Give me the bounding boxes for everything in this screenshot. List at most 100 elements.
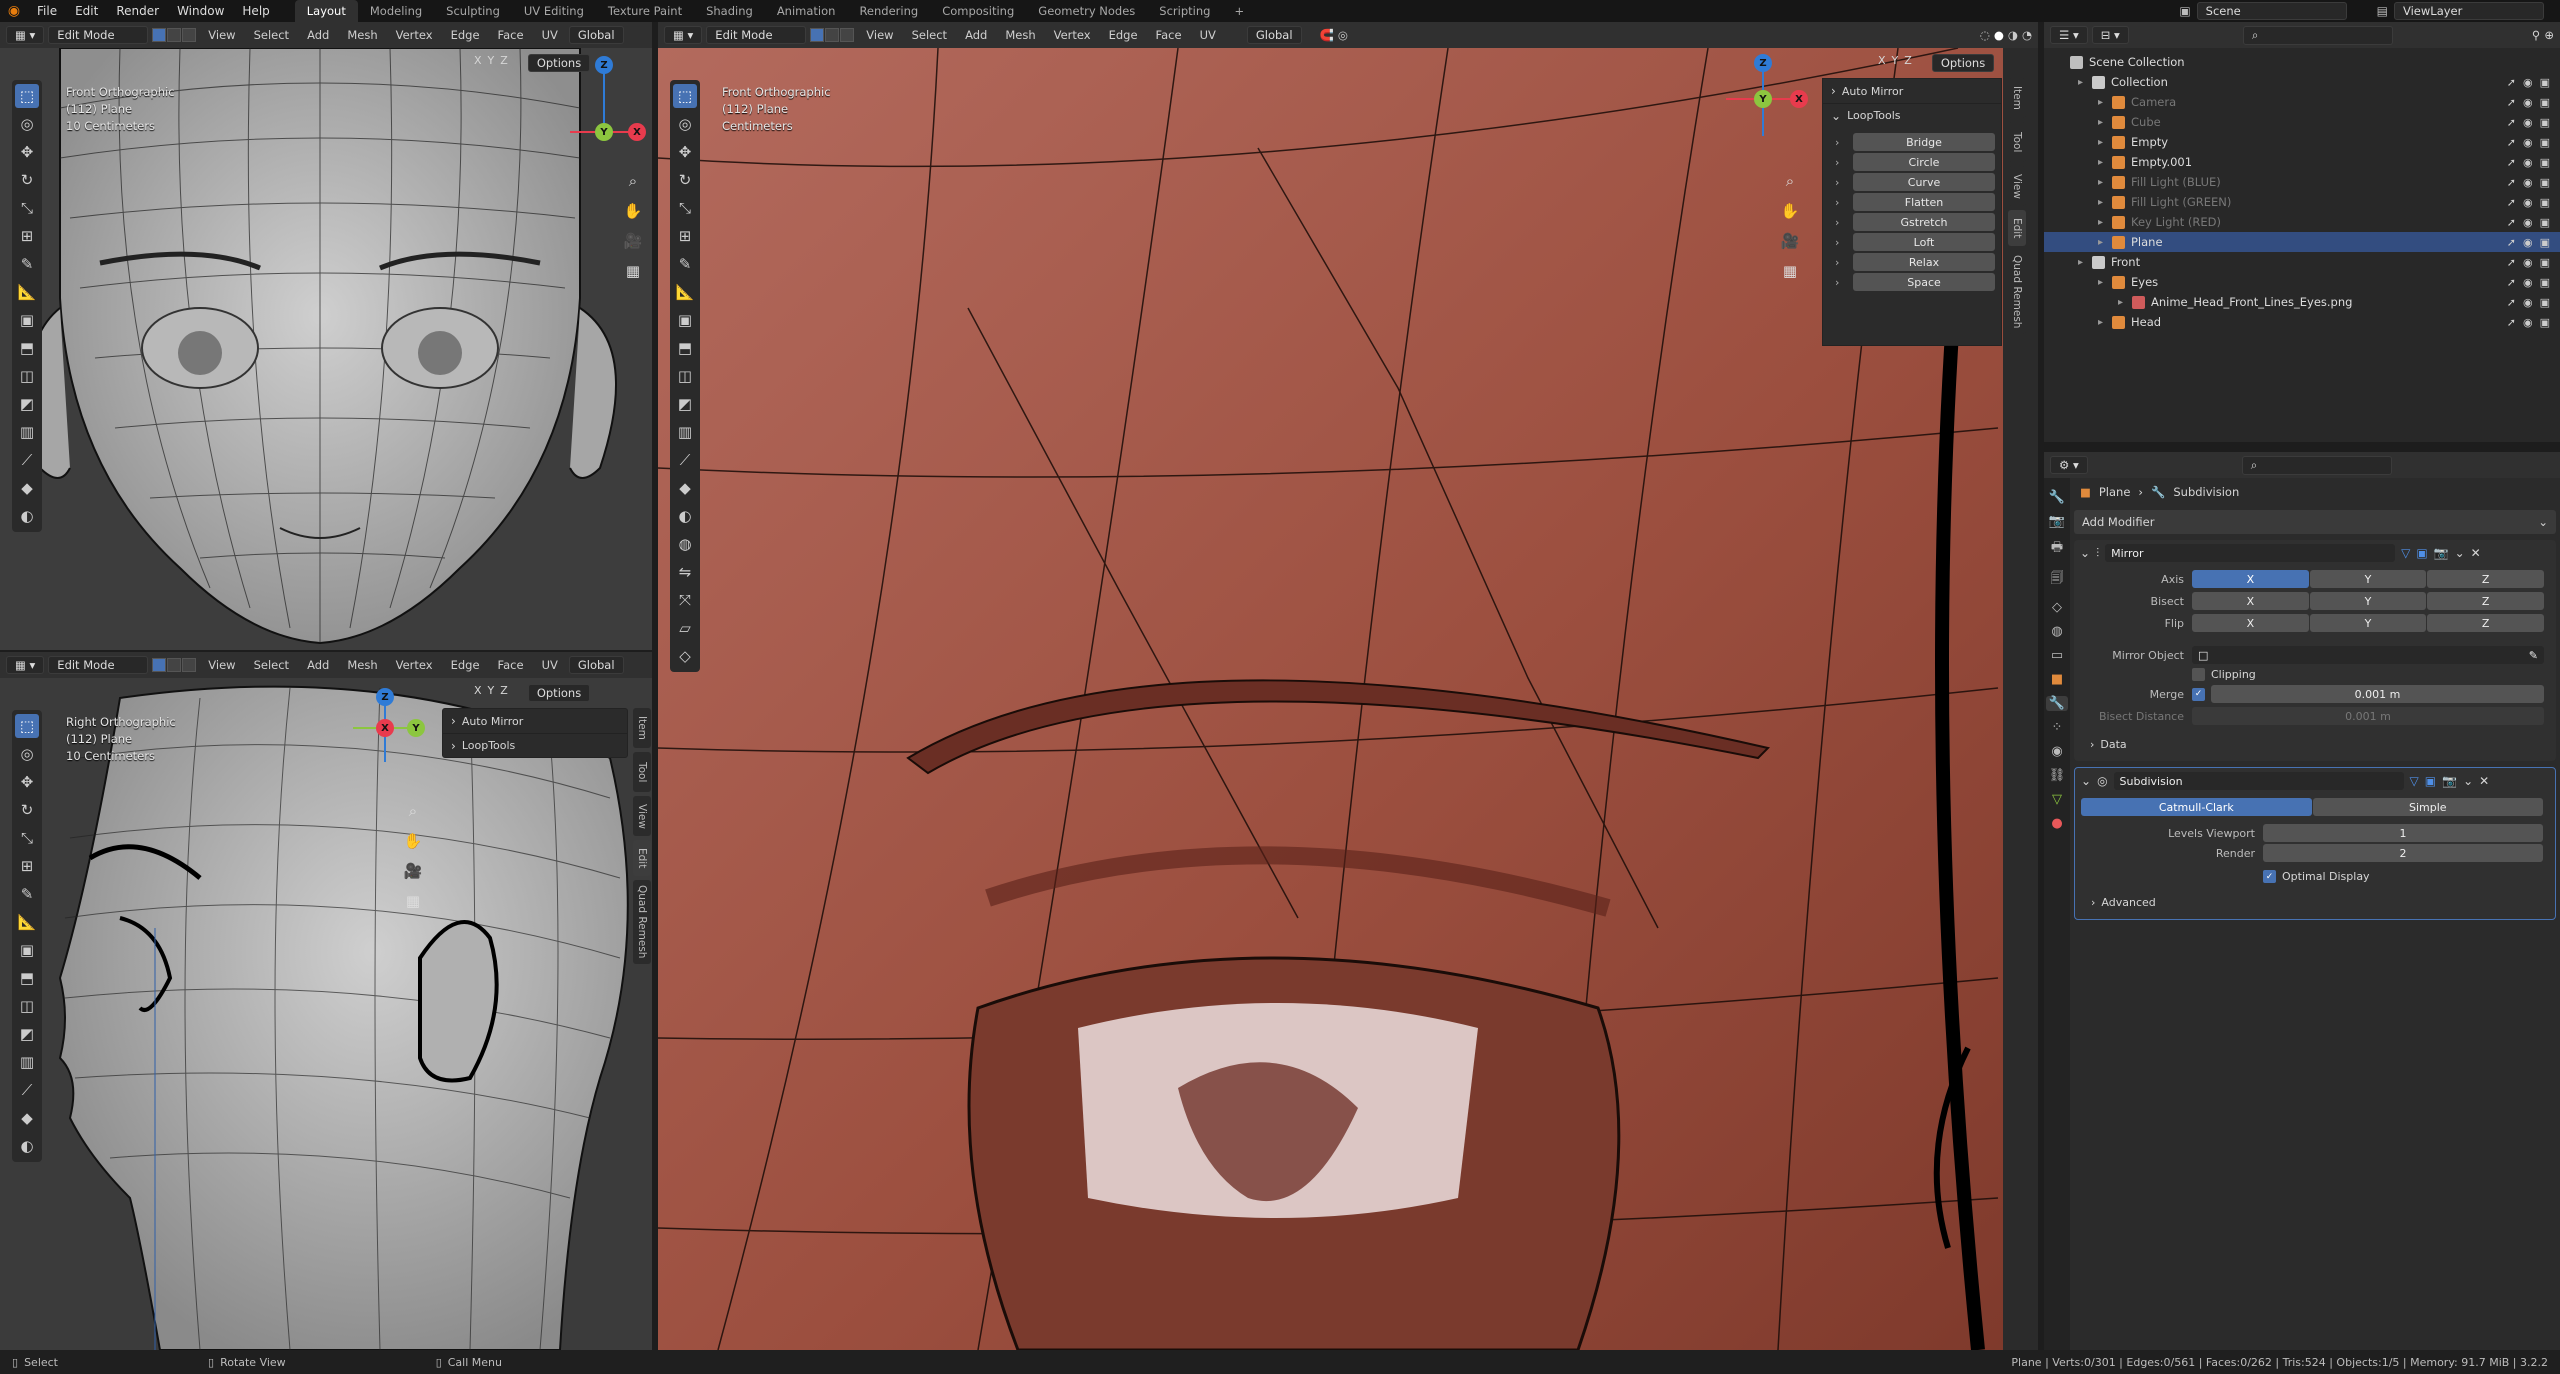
camera-render-icon[interactable]: ▣ bbox=[2540, 276, 2550, 289]
select-arrow-icon[interactable]: ➚ bbox=[2507, 216, 2516, 229]
menu-render[interactable]: Render bbox=[107, 0, 168, 22]
menu-view[interactable]: View bbox=[859, 26, 900, 44]
select-box-tool-icon[interactable]: ⬚ bbox=[673, 84, 697, 108]
flip-y-toggle[interactable]: Y bbox=[2309, 614, 2427, 632]
viewlayer-name[interactable]: ViewLayer bbox=[2394, 2, 2544, 20]
bevel-tool-icon[interactable]: ◩ bbox=[15, 1022, 39, 1046]
pan-hand-icon[interactable]: ✋ bbox=[620, 198, 646, 224]
select-arrow-icon[interactable]: ➚ bbox=[2507, 76, 2516, 89]
add-cube-tool-icon[interactable]: ▣ bbox=[15, 308, 39, 332]
render-levels-field[interactable]: 2 bbox=[2263, 844, 2543, 862]
zoom-icon[interactable]: ⌕ bbox=[400, 798, 426, 824]
flip-x-toggle[interactable]: X bbox=[2192, 614, 2309, 632]
loop-cut-tool-icon[interactable]: ▥ bbox=[673, 420, 697, 444]
camera-render-icon[interactable]: ▣ bbox=[2540, 236, 2550, 249]
menu-add[interactable]: Add bbox=[300, 26, 336, 44]
shading-material-icon[interactable]: ◑ bbox=[2008, 28, 2018, 42]
loop-cut-tool-icon[interactable]: ▥ bbox=[15, 1050, 39, 1074]
grid-icon[interactable]: ▦ bbox=[400, 888, 426, 914]
axis-z-toggle[interactable]: Z bbox=[2427, 570, 2545, 588]
menu-add[interactable]: Add bbox=[958, 26, 994, 44]
rip-tool-icon[interactable]: ◇ bbox=[673, 644, 697, 668]
scene-selector[interactable]: ▣ Scene bbox=[2179, 2, 2347, 20]
loop-cut-tool-icon[interactable]: ▥ bbox=[15, 420, 39, 444]
eye-icon[interactable]: ◉ bbox=[2523, 256, 2533, 269]
measure-tool-icon[interactable]: 📐 bbox=[673, 280, 697, 304]
disclosure-triangle-icon[interactable]: ▸ bbox=[2098, 317, 2112, 328]
editor-type-dropdown[interactable]: ▦ ▾ bbox=[664, 26, 703, 44]
outliner-row[interactable]: ▸ Empty.001 ➚ ◉ ▣ bbox=[2044, 152, 2560, 172]
camera-render-icon[interactable]: ▣ bbox=[2540, 216, 2550, 229]
gizmo-x[interactable]: X bbox=[1790, 90, 1808, 108]
world-tab-icon[interactable]: ◍ bbox=[2051, 624, 2062, 639]
optimal-display-row[interactable]: ✓ Optimal Display bbox=[2263, 870, 2543, 883]
eye-icon[interactable]: ◉ bbox=[2523, 236, 2533, 249]
disclosure-triangle-icon[interactable]: ▸ bbox=[2098, 217, 2112, 228]
workspace-tab-modeling[interactable]: Modeling bbox=[358, 0, 434, 22]
subdivision-name-field[interactable]: Subdivision bbox=[2113, 772, 2404, 790]
display-mode-dropdown[interactable]: ⊟ ▾ bbox=[2091, 26, 2129, 44]
tool-tab-icon[interactable]: 🔧 bbox=[2049, 490, 2065, 505]
transform-tool-icon[interactable]: ⊞ bbox=[15, 224, 39, 248]
auto-mirror-panel[interactable]: › Auto Mirror bbox=[1823, 79, 2001, 103]
catmull-clark-button[interactable]: Catmull-Clark bbox=[2081, 798, 2312, 816]
menu-view[interactable]: View bbox=[201, 26, 242, 44]
disclosure-triangle-icon[interactable]: ▸ bbox=[2098, 137, 2112, 148]
spin-tool-icon[interactable]: ◐ bbox=[15, 504, 39, 528]
mirror-axis-x[interactable]: X bbox=[474, 684, 482, 702]
axis-x-toggle[interactable]: X bbox=[2192, 570, 2309, 588]
mirror-axis-z[interactable]: Z bbox=[500, 684, 508, 702]
menu-face[interactable]: Face bbox=[491, 26, 531, 44]
extrude-tool-icon[interactable]: ⬒ bbox=[15, 336, 39, 360]
eye-icon[interactable]: ◉ bbox=[2523, 176, 2533, 189]
disclosure-triangle-icon[interactable]: ▸ bbox=[2098, 157, 2112, 168]
looptools-loft-button[interactable]: › Loft bbox=[1835, 233, 1995, 251]
tab-tool[interactable]: Tool bbox=[633, 752, 651, 792]
add-workspace-button[interactable]: + bbox=[1222, 0, 1256, 22]
extrude-tool-icon[interactable]: ⬒ bbox=[15, 966, 39, 990]
annotate-tool-icon[interactable]: ✎ bbox=[673, 252, 697, 276]
mirror-axis-y[interactable]: Y bbox=[488, 54, 495, 72]
bevel-tool-icon[interactable]: ◩ bbox=[673, 392, 697, 416]
disclosure-triangle-icon[interactable]: ▸ bbox=[2098, 197, 2112, 208]
grid-icon[interactable]: ▦ bbox=[620, 258, 646, 284]
nav-gizmo-right[interactable]: Z X Y bbox=[345, 688, 425, 768]
knife-tool-icon[interactable]: ⟋ bbox=[673, 448, 697, 472]
looptools-space-button[interactable]: › Space bbox=[1835, 273, 1995, 291]
select-mode-buttons[interactable] bbox=[810, 28, 855, 42]
modifier-tab-icon[interactable]: 🔧 bbox=[2045, 696, 2069, 711]
menu-face[interactable]: Face bbox=[1149, 26, 1189, 44]
eye-icon[interactable]: ◉ bbox=[2523, 156, 2533, 169]
extrude-tool-icon[interactable]: ⬒ bbox=[673, 336, 697, 360]
render-tab-icon[interactable]: 📷 bbox=[2049, 514, 2065, 529]
outliner-row[interactable]: ▸ Plane ➚ ◉ ▣ bbox=[2044, 232, 2560, 252]
transform-tool-icon[interactable]: ⊞ bbox=[15, 854, 39, 878]
merge-checkbox[interactable]: ✓ bbox=[2192, 687, 2205, 701]
eye-icon[interactable]: ◉ bbox=[2523, 96, 2533, 109]
constraints-tab-icon[interactable]: ⛓ bbox=[2049, 768, 2066, 783]
gizmo-z[interactable]: Z bbox=[1754, 54, 1772, 72]
menu-vertex[interactable]: Vertex bbox=[389, 656, 440, 674]
options-dropdown[interactable]: Options bbox=[527, 684, 591, 702]
gizmo-z[interactable]: Z bbox=[595, 56, 613, 74]
data-tab-icon[interactable]: ▽ bbox=[2052, 792, 2062, 807]
chevron-down-icon[interactable]: ⌄ bbox=[2080, 546, 2090, 560]
camera-icon[interactable]: 🎥 bbox=[1777, 228, 1803, 254]
snap-icon[interactable]: 🧲 bbox=[1320, 28, 1334, 42]
menu-uv[interactable]: UV bbox=[535, 656, 565, 674]
select-box-tool-icon[interactable]: ⬚ bbox=[15, 714, 39, 738]
filter-icon[interactable]: ⚲ bbox=[2532, 28, 2540, 42]
mirror-axis-y[interactable]: Y bbox=[488, 684, 495, 702]
mirror-object-field[interactable]: □ ✎ bbox=[2192, 646, 2544, 664]
eye-icon[interactable]: ◉ bbox=[2523, 136, 2533, 149]
menu-edge[interactable]: Edge bbox=[1102, 26, 1145, 44]
auto-mirror-panel[interactable]: › Auto Mirror bbox=[443, 709, 627, 733]
editor-type-dropdown[interactable]: ▦ ▾ bbox=[6, 656, 45, 674]
spin-tool-icon[interactable]: ◐ bbox=[15, 1134, 39, 1158]
outliner-row[interactable]: ▸ Collection ➚ ◉ ▣ bbox=[2044, 72, 2560, 92]
outliner-row[interactable]: ▸ Cube ➚ ◉ ▣ bbox=[2044, 112, 2560, 132]
gizmo-y[interactable]: Y bbox=[1754, 90, 1772, 108]
disclosure-triangle-icon[interactable]: ▸ bbox=[2098, 237, 2112, 248]
menu-uv[interactable]: UV bbox=[535, 26, 565, 44]
mirror-axis-y[interactable]: Y bbox=[1892, 54, 1899, 72]
